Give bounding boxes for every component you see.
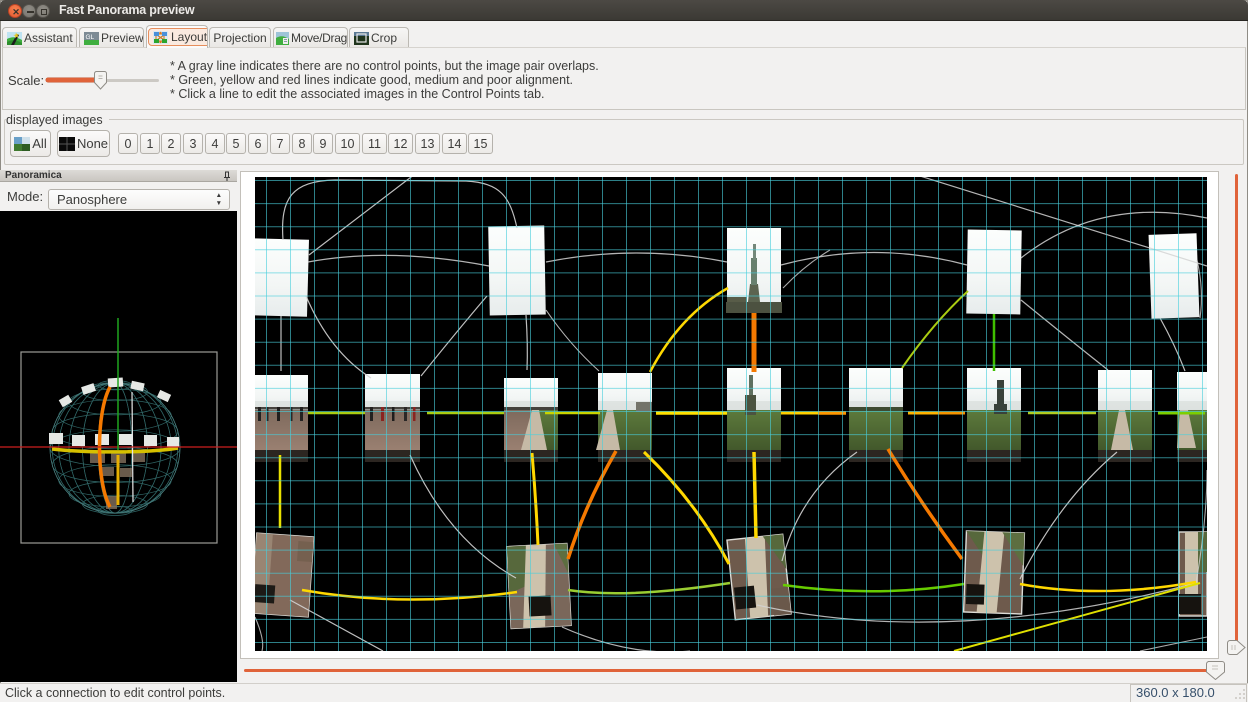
svg-text:GL: GL (86, 34, 95, 41)
